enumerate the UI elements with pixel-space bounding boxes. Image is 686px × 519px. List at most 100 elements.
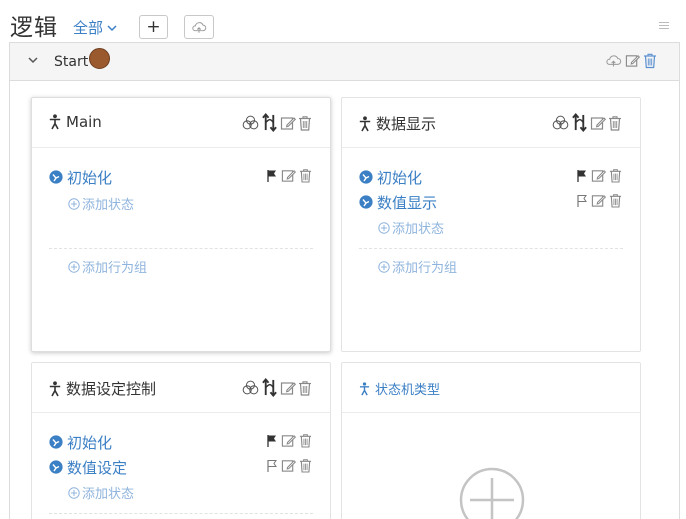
trash-icon[interactable] bbox=[609, 168, 622, 183]
state-name[interactable]: 初始化 bbox=[67, 432, 112, 453]
state-actions bbox=[576, 168, 622, 183]
state-actions bbox=[266, 433, 312, 448]
card-actions bbox=[242, 113, 312, 132]
add-state-link[interactable]: 添加状态 bbox=[68, 483, 134, 502]
circles-icon[interactable] bbox=[552, 115, 569, 130]
edit-icon[interactable] bbox=[591, 168, 606, 183]
card-title: 状态机类型 bbox=[359, 379, 440, 398]
add-state-link[interactable]: 添加状态 bbox=[378, 218, 444, 237]
flag-outline-icon[interactable] bbox=[266, 459, 278, 473]
edit-icon[interactable] bbox=[281, 168, 296, 183]
person-icon bbox=[359, 382, 370, 396]
state-machine-card: 数据设定控制 初始化 数值设定 添加状态 bbox=[31, 362, 331, 519]
group-header bbox=[10, 43, 679, 81]
trash-icon[interactable] bbox=[608, 115, 622, 131]
state-machine-card: Main 初始化 添加状态 添加行为组 bbox=[31, 97, 331, 352]
filter-dropdown[interactable]: 全部 bbox=[73, 17, 117, 38]
trash-icon[interactable] bbox=[299, 433, 312, 448]
person-icon bbox=[359, 116, 371, 132]
circles-icon[interactable] bbox=[242, 380, 259, 395]
add-group-link[interactable]: 添加行为组 bbox=[68, 257, 147, 276]
flag-icon[interactable] bbox=[576, 169, 588, 183]
divider bbox=[49, 248, 313, 249]
card-title: Main bbox=[49, 113, 102, 131]
state-name[interactable]: 数值设定 bbox=[67, 457, 127, 478]
state-item[interactable]: 数值显示 bbox=[359, 192, 437, 212]
card-title-text: 数据显示 bbox=[376, 115, 437, 133]
trash-icon[interactable] bbox=[609, 193, 622, 208]
card-header: 数据显示 bbox=[342, 98, 640, 148]
state-icon bbox=[359, 170, 373, 184]
card-title-text: Main bbox=[66, 113, 102, 131]
divider bbox=[359, 248, 623, 249]
card-title-text[interactable]: 状态机类型 bbox=[375, 379, 440, 398]
edit-icon[interactable] bbox=[591, 193, 606, 208]
state-item[interactable]: 初始化 bbox=[359, 167, 422, 187]
collapse-chevron-icon[interactable] bbox=[27, 55, 39, 65]
state-actions bbox=[576, 193, 622, 208]
card-title: 数据设定控制 bbox=[49, 378, 156, 399]
add-group-link[interactable]: 添加行为组 bbox=[378, 257, 457, 276]
state-item[interactable]: 初始化 bbox=[49, 432, 112, 452]
trash-icon[interactable] bbox=[643, 52, 657, 69]
plus-circle-icon bbox=[378, 261, 390, 273]
state-icon bbox=[49, 435, 63, 449]
trash-icon[interactable] bbox=[298, 380, 312, 396]
card-title-text: 数据设定控制 bbox=[66, 380, 157, 398]
add-circle-icon[interactable] bbox=[458, 466, 526, 519]
trash-icon[interactable] bbox=[299, 458, 312, 473]
new-state-machine-card[interactable]: 状态机类型 bbox=[341, 362, 641, 519]
filter-label: 全部 bbox=[73, 19, 104, 37]
upload-cloud-button[interactable] bbox=[184, 15, 214, 39]
state-name[interactable]: 初始化 bbox=[67, 167, 112, 188]
card-header: 状态机类型 bbox=[342, 363, 640, 413]
state-item[interactable]: 初始化 bbox=[49, 167, 112, 187]
state-actions bbox=[266, 168, 312, 183]
state-name[interactable]: 数值显示 bbox=[377, 192, 437, 213]
flag-icon[interactable] bbox=[266, 169, 278, 183]
plus-circle-icon bbox=[68, 487, 80, 499]
add-state-label: 添加状态 bbox=[82, 198, 135, 213]
add-state-label: 添加状态 bbox=[82, 487, 135, 502]
add-button-label: + bbox=[146, 17, 161, 37]
divider bbox=[49, 513, 313, 514]
trash-icon[interactable] bbox=[298, 115, 312, 131]
person-icon bbox=[49, 381, 61, 397]
add-group-label: 添加行为组 bbox=[82, 261, 148, 276]
plus-circle-icon bbox=[378, 222, 390, 234]
card-header: Main bbox=[32, 98, 330, 148]
state-icon bbox=[359, 195, 373, 209]
cloud-upload-icon[interactable] bbox=[605, 54, 622, 68]
status-dot bbox=[89, 48, 110, 69]
group-name: Start bbox=[54, 54, 89, 70]
cloud-upload-icon bbox=[191, 21, 207, 34]
group-actions bbox=[605, 52, 657, 69]
person-icon bbox=[49, 114, 61, 130]
plus-circle-icon bbox=[68, 198, 80, 210]
add-state-link[interactable]: 添加状态 bbox=[68, 194, 134, 213]
edit-icon[interactable] bbox=[281, 433, 296, 448]
state-icon bbox=[49, 170, 63, 184]
edit-icon[interactable] bbox=[280, 115, 296, 131]
swap-icon[interactable] bbox=[571, 113, 588, 132]
circles-icon[interactable] bbox=[242, 115, 259, 130]
flag-outline-icon[interactable] bbox=[576, 194, 588, 208]
state-name[interactable]: 初始化 bbox=[377, 167, 422, 188]
state-machine-card: 数据显示 初始化 数值显示 添加状态 添加行为组 bbox=[341, 97, 641, 352]
trash-icon[interactable] bbox=[299, 168, 312, 183]
edit-icon[interactable] bbox=[625, 53, 640, 68]
edit-icon[interactable] bbox=[281, 458, 296, 473]
menu-icon[interactable] bbox=[659, 22, 669, 31]
edit-icon[interactable] bbox=[280, 380, 296, 396]
add-state-label: 添加状态 bbox=[392, 222, 445, 237]
add-button[interactable]: + bbox=[139, 15, 168, 39]
plus-circle-icon bbox=[68, 261, 80, 273]
edit-icon[interactable] bbox=[590, 115, 606, 131]
chevron-down-icon bbox=[107, 24, 117, 32]
add-group-label: 添加行为组 bbox=[392, 261, 458, 276]
swap-icon[interactable] bbox=[261, 378, 278, 397]
flag-icon[interactable] bbox=[266, 434, 278, 448]
swap-icon[interactable] bbox=[261, 113, 278, 132]
card-actions bbox=[242, 378, 312, 397]
state-item[interactable]: 数值设定 bbox=[49, 457, 127, 477]
